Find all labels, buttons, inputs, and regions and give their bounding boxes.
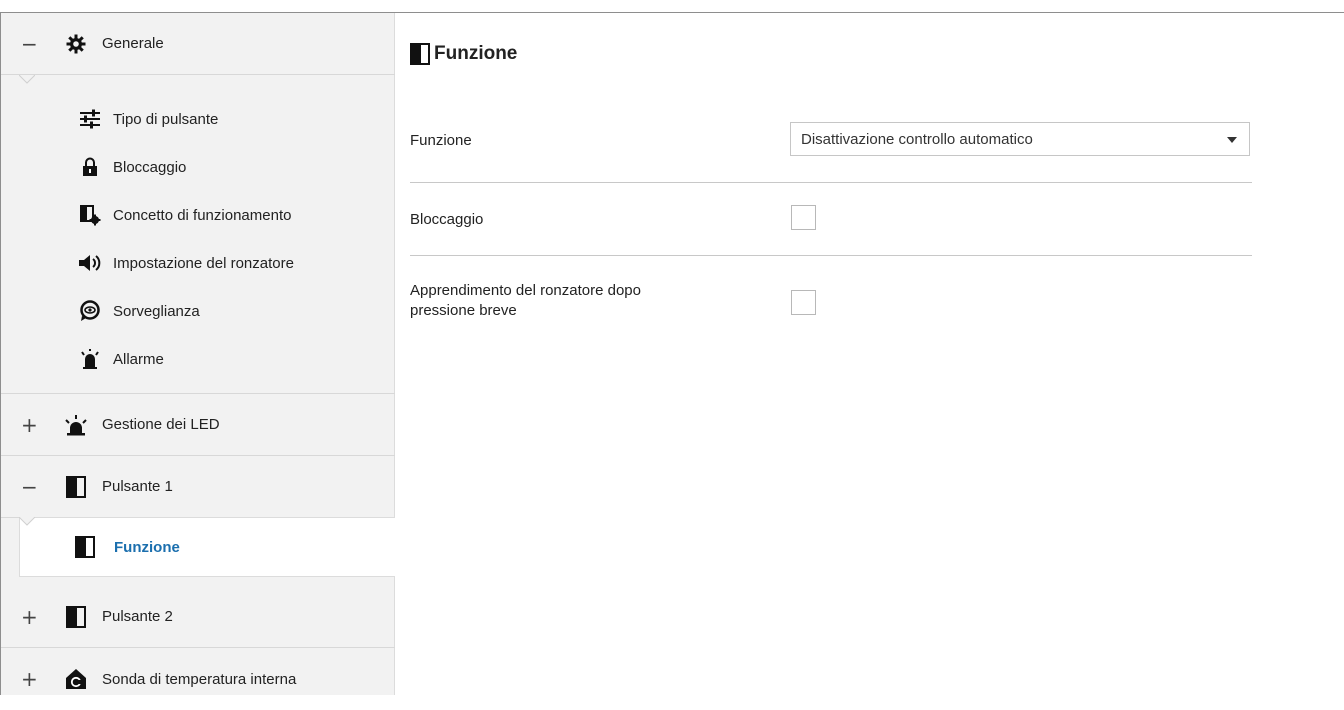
button-square-icon (64, 605, 88, 629)
row-divider (410, 182, 1252, 183)
sidebar-item-label: Concetto di funzionamento (113, 206, 292, 224)
sidebar-item-bloccaggio[interactable]: Bloccaggio (1, 143, 395, 191)
button-square-icon (64, 475, 88, 499)
speaker-icon (78, 251, 102, 275)
apprendimento-label: Apprendimento del ronzatore dopo pressio… (410, 281, 641, 321)
bloccaggio-checkbox[interactable] (791, 205, 816, 230)
sidebar-item-label: Sorveglianza (113, 302, 200, 320)
sidebar-item-label: Tipo di pulsante (113, 110, 219, 128)
sidebar-item-sorveglianza[interactable]: Sorveglianza (1, 287, 395, 335)
button-square-icon (73, 535, 97, 559)
sidebar-item-impostazione-ronzatore[interactable]: Impostazione del ronzatore (1, 239, 395, 287)
apprendimento-checkbox[interactable] (791, 290, 816, 315)
sidebar-item-concetto-di-funzionamento[interactable]: Concetto di funzionamento (1, 191, 395, 239)
sidebar-group-pulsante-2[interactable]: + Pulsante 2 (1, 586, 395, 648)
button-gear-icon (78, 203, 102, 227)
sidebar-group-label: Sonda di temperatura interna (102, 670, 297, 688)
sliders-icon (78, 107, 102, 131)
sidebar-item-label: Bloccaggio (113, 158, 187, 176)
dropdown-value: Disattivazione controllo automatico (801, 130, 1033, 148)
sidebar-group-pulsante-1[interactable]: − Pulsante 1 (1, 456, 395, 518)
gear-icon (64, 32, 88, 56)
dropdown-caret-icon (1227, 137, 1237, 143)
expand-toggle[interactable]: + (21, 605, 47, 629)
page-title-text: Funzione (434, 43, 518, 64)
main-panel: Funzione Funzione Disattivazione control… (396, 13, 1344, 695)
lock-icon (78, 155, 102, 179)
sidebar-group-label: Pulsante 1 (102, 478, 173, 495)
sidebar-group-gestione-led[interactable]: + Gestione dei LED (1, 394, 395, 456)
bloccaggio-label: Bloccaggio (410, 211, 484, 228)
apprendimento-label-line1: Apprendimento del ronzatore dopo (410, 282, 641, 299)
apprendimento-label-line2: pressione breve (410, 302, 517, 319)
sidebar-tree: − Generale Tipo di pulsante Bloccaggio C… (1, 13, 395, 695)
sidebar-item-funzione[interactable]: Funzione (19, 517, 395, 577)
sidebar-item-tipo-di-pulsante[interactable]: Tipo di pulsante (1, 95, 395, 143)
sidebar-item-label: Funzione (114, 538, 180, 556)
sidebar-group-generale[interactable]: − Generale (1, 13, 395, 75)
expand-toggle[interactable]: + (21, 667, 47, 691)
led-light-icon (64, 413, 88, 437)
sidebar-item-label: Allarme (113, 350, 164, 368)
alarm-light-icon (78, 347, 102, 371)
notch-indicator (19, 75, 35, 84)
expand-toggle[interactable]: + (21, 413, 47, 437)
sidebar-group-label: Generale (102, 35, 164, 52)
sidebar-item-label: Impostazione del ronzatore (113, 254, 294, 272)
sidebar-group-label: Gestione dei LED (102, 416, 220, 433)
funzione-dropdown[interactable]: Disattivazione controllo automatico (790, 122, 1250, 156)
collapse-toggle[interactable]: − (21, 32, 47, 56)
sidebar-group-label: Pulsante 2 (102, 608, 173, 625)
sidebar-group-sonda-temperatura[interactable]: + Sonda di temperatura interna (1, 648, 395, 710)
row-divider (410, 255, 1252, 256)
notch-indicator (19, 517, 35, 526)
button-square-icon (410, 43, 430, 65)
collapse-toggle[interactable]: − (21, 475, 47, 499)
watch-eye-icon (78, 299, 102, 323)
thermometer-house-icon (64, 667, 88, 691)
page-title: Funzione (410, 43, 517, 65)
funzione-label: Funzione (410, 132, 472, 149)
sidebar-item-allarme[interactable]: Allarme (1, 335, 395, 383)
